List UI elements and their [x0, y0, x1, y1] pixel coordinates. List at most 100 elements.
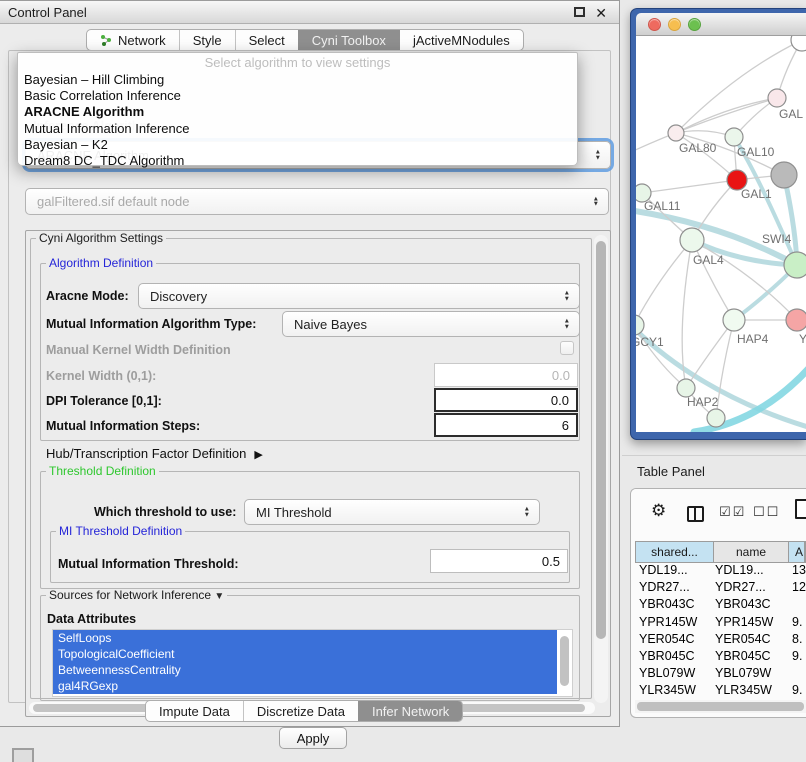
table-cell[interactable]	[788, 666, 806, 683]
table-cell[interactable]: YBL079W	[713, 666, 788, 683]
table-horizontal-scrollbar-thumb[interactable]	[637, 702, 804, 711]
table-row[interactable]: YBL079WYBL079W	[635, 666, 806, 683]
tab-infer-network[interactable]: Infer Network	[358, 701, 462, 721]
algorithm-option[interactable]: Mutual Information Inference	[24, 121, 571, 137]
table-cell[interactable]: YDR27...	[635, 580, 713, 597]
network-node[interactable]	[791, 36, 806, 51]
list-scrollbar-thumb[interactable]	[560, 636, 569, 686]
table-cell[interactable]: YBR043C	[713, 597, 788, 614]
tab-select[interactable]: Select	[235, 30, 298, 50]
mi-threshold-field[interactable]: 0.5	[430, 549, 568, 573]
settings-vertical-scrollbar[interactable]	[594, 235, 608, 703]
attribute-list-item[interactable]: gal4RGexp	[53, 678, 557, 694]
column-header-name[interactable]: name	[714, 542, 789, 562]
network-edge[interactable]	[716, 320, 734, 418]
table-data-select[interactable]: galFiltered.sif default node ▲▼	[25, 188, 609, 215]
network-node-hap4[interactable]	[723, 309, 745, 331]
table-cell[interactable]: 9.	[788, 683, 806, 700]
restore-window-icon[interactable]	[574, 7, 585, 17]
manual-kernel-checkbox[interactable]	[560, 341, 574, 355]
network-window-titlebar[interactable]	[636, 13, 806, 36]
table-cell[interactable]: YLR345W	[713, 683, 788, 700]
table-cell[interactable]: YDL19...	[635, 563, 713, 580]
close-traffic-light-icon[interactable]	[648, 18, 661, 31]
algorithm-option[interactable]: ARACNE Algorithm	[24, 104, 571, 120]
table-horizontal-scrollbar[interactable]	[635, 700, 806, 713]
table-row[interactable]: YER054CYER054C8.	[635, 632, 806, 649]
table-cell[interactable]: 13	[788, 563, 806, 580]
table-cell[interactable]: YBR043C	[635, 597, 713, 614]
network-node-gcy1[interactable]	[636, 315, 644, 335]
column-header-clipped[interactable]: A	[789, 542, 805, 562]
table-cell[interactable]: 8.	[788, 632, 806, 649]
tab-discretize-data[interactable]: Discretize Data	[243, 701, 358, 721]
table-cell[interactable]: 12	[788, 580, 806, 597]
table-cell[interactable]: YBR045C	[713, 649, 788, 666]
table-row[interactable]: YPR145WYPR145W9.	[635, 615, 806, 632]
network-node[interactable]	[771, 162, 797, 188]
table-cell[interactable]: YDR27...	[713, 580, 788, 597]
table-cell[interactable]: YLR345W	[635, 683, 713, 700]
control-panel-titlebar[interactable]: Control Panel ✕	[0, 1, 619, 24]
algorithm-option[interactable]: Dream8 DC_TDC Algorithm	[24, 153, 571, 169]
table-row[interactable]: YDL19...YDL19...13	[635, 563, 806, 580]
algorithm-option[interactable]: Basic Correlation Inference	[24, 88, 571, 104]
network-node-gal[interactable]	[768, 89, 786, 107]
expand-right-icon[interactable]: ▶	[254, 449, 262, 461]
mi-type-select[interactable]: Naive Bayes ▲▼	[282, 311, 580, 337]
table-cell[interactable]	[788, 597, 806, 614]
minimize-traffic-light-icon[interactable]	[668, 18, 681, 31]
sources-legend[interactable]: Sources for Network Inference ▼	[46, 588, 227, 602]
algorithm-option[interactable]: Bayesian – Hill Climbing	[24, 72, 571, 88]
table-row[interactable]: YDR27...YDR27...12	[635, 580, 806, 597]
tab-style[interactable]: Style	[179, 30, 235, 50]
gear-icon[interactable]: ⚙	[651, 501, 666, 521]
network-node-swi4[interactable]	[784, 252, 806, 278]
aracne-mode-select[interactable]: Discovery ▲▼	[138, 283, 580, 309]
kernel-width-field[interactable]: 0.0	[434, 363, 578, 387]
table-row[interactable]: YLR345WYLR345W9.	[635, 683, 806, 700]
settings-vertical-scrollbar-thumb[interactable]	[596, 241, 606, 639]
table-cell[interactable]: 9.	[788, 649, 806, 666]
network-node-gal80[interactable]	[668, 125, 684, 141]
network-edge[interactable]	[682, 240, 692, 388]
zoom-traffic-light-icon[interactable]	[688, 18, 701, 31]
mi-steps-field[interactable]: 6	[434, 413, 578, 437]
tab-network[interactable]: Network	[87, 30, 179, 50]
table-row[interactable]: YBR045CYBR045C9.	[635, 649, 806, 666]
column-header-shared-name[interactable]: shared...	[636, 542, 714, 562]
collapse-down-icon[interactable]: ▼	[214, 591, 224, 602]
table-cell[interactable]: YER054C	[635, 632, 713, 649]
dpi-tolerance-field[interactable]: 0.0	[434, 388, 578, 412]
table-cell[interactable]: YBL079W	[635, 666, 713, 683]
network-edge[interactable]	[642, 180, 737, 193]
minimized-panel-icon[interactable]	[12, 748, 34, 762]
table-cell[interactable]: YPR145W	[713, 615, 788, 632]
select-all-columns-icon[interactable]: ☑☑	[719, 504, 746, 520]
attribute-list-item[interactable]: BetweennessCentrality	[53, 662, 557, 678]
which-threshold-select[interactable]: MI Threshold ▲▼	[244, 499, 540, 525]
table-cell[interactable]: 9.	[788, 615, 806, 632]
table-cell[interactable]: YBR045C	[635, 649, 713, 666]
network-node-gal4[interactable]	[680, 228, 704, 252]
network-canvas[interactable]: GALGAL80GAL10GAL1GAL11GAL4SWI4GCY1HAP4YH…	[636, 36, 806, 432]
table-row[interactable]: YBR043CYBR043C	[635, 597, 806, 614]
algorithm-option[interactable]: Bayesian – K2	[24, 137, 571, 153]
hub-definition-toggle[interactable]: Hub/Transcription Factor Definition▶	[46, 446, 263, 461]
table-cell[interactable]: YER054C	[713, 632, 788, 649]
network-node-gal10[interactable]	[725, 128, 743, 146]
table-cell[interactable]: YPR145W	[635, 615, 713, 632]
tab-cyni-toolbox[interactable]: Cyni Toolbox	[298, 30, 399, 50]
new-table-icon[interactable]	[795, 499, 806, 519]
network-node-y[interactable]	[786, 309, 806, 331]
close-window-icon[interactable]: ✕	[595, 3, 607, 23]
data-attributes-list[interactable]: SelfLoopsTopologicalCoefficientBetweenne…	[52, 629, 573, 697]
column-layout-icon[interactable]	[687, 506, 704, 522]
attribute-list-item[interactable]: SelfLoops	[53, 630, 557, 646]
table-cell[interactable]: YDL19...	[713, 563, 788, 580]
tab-jactivemnodules[interactable]: jActiveMNodules	[399, 30, 523, 50]
network-node[interactable]	[707, 409, 725, 427]
deselect-all-columns-icon[interactable]: ☐☐	[753, 504, 780, 520]
tab-impute-data[interactable]: Impute Data	[146, 701, 243, 721]
attribute-list-item[interactable]: TopologicalCoefficient	[53, 646, 557, 662]
